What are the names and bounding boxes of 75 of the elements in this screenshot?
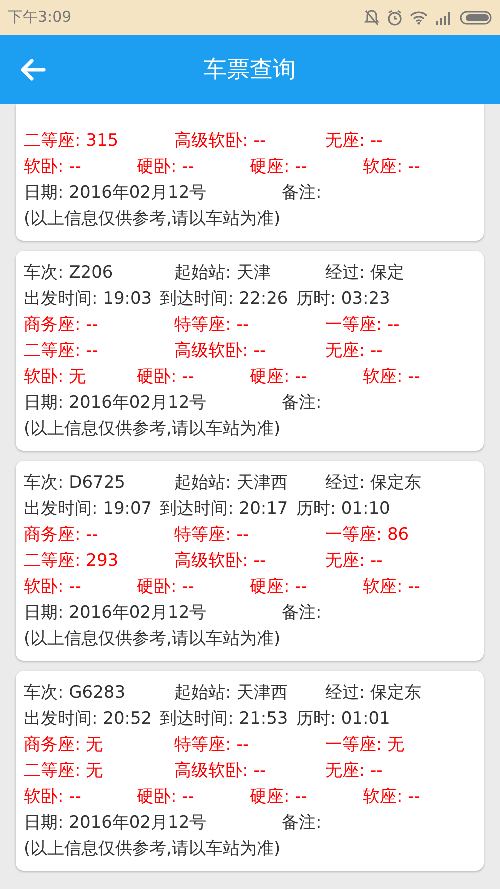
seat-availability: 二等座: -- — [24, 340, 100, 363]
train-info: 车次: G6283 — [24, 682, 127, 705]
berth-availability: 软卧: -- — [24, 156, 82, 179]
seat-availability: 二等座: 无 — [24, 760, 104, 783]
train-info: 起始站: 天津西 — [174, 682, 289, 705]
time-info: 到达时间: 20:17 — [160, 498, 288, 521]
seat-availability: 商务座: -- — [24, 524, 100, 547]
berth-availability: 硬卧: -- — [137, 366, 196, 389]
disclaimer-text: (以上信息仅供参考,请以车站为准) — [24, 208, 281, 231]
berth-availability: 硬座: -- — [250, 786, 308, 809]
date-info: 日期: 2016年02月12号 — [24, 812, 208, 835]
seat-availability: 无座: -- — [325, 340, 384, 363]
date-info: 备注: — [282, 812, 322, 835]
time-info: 历时: 01:01 — [296, 708, 390, 731]
berth-availability: 软座: -- — [363, 366, 422, 389]
time-info: 到达时间: 22:26 — [160, 288, 288, 311]
berth-availability: 软卧: 无 — [24, 366, 88, 389]
clock-time: 下午3:09 — [8, 8, 72, 27]
back-arrow-icon[interactable] — [20, 58, 46, 80]
date-info: 备注: — [282, 602, 322, 625]
seat-availability: 无座: -- — [325, 130, 384, 153]
disclaimer-text: (以上信息仅供参考,请以车站为准) — [24, 418, 281, 441]
alarm-icon — [387, 8, 403, 26]
seat-availability: 特等座: -- — [174, 734, 250, 757]
train-info: 起始站: 天津西 — [174, 472, 289, 495]
seat-availability: 商务座: 无 — [24, 734, 104, 757]
wifi-icon — [410, 10, 428, 24]
date-info: 日期: 2016年02月12号 — [24, 602, 208, 625]
bell-muted-icon — [364, 8, 380, 26]
seat-availability: 高级软卧: -- — [174, 340, 268, 363]
berth-availability: 软卧: -- — [24, 786, 82, 809]
seat-availability: 一等座: -- — [325, 314, 401, 337]
date-info: 日期: 2016年02月12号 — [24, 392, 208, 415]
time-info: 历时: 01:10 — [296, 498, 390, 521]
berth-availability: 硬卧: -- — [137, 576, 196, 599]
berth-availability: 硬座: -- — [250, 366, 308, 389]
seat-availability: 高级软卧: -- — [174, 130, 268, 153]
seat-availability: 高级软卧: -- — [174, 760, 268, 783]
berth-availability: 软卧: -- — [24, 576, 82, 599]
seat-availability: 商务座: -- — [24, 314, 100, 337]
berth-availability: 硬卧: -- — [137, 156, 196, 179]
time-info: 历时: 03:23 — [296, 288, 390, 311]
seat-availability: 无座: -- — [325, 760, 384, 783]
train-info: 经过: 保定东 — [325, 682, 422, 705]
seat-availability: 一等座: 86 — [325, 524, 410, 547]
berth-availability: 软座: -- — [363, 786, 422, 809]
time-info: 出发时间: 20:52 — [24, 708, 152, 731]
date-info: 日期: 2016年02月12号 — [24, 182, 208, 205]
battery-icon — [460, 10, 492, 24]
seat-availability: 二等座: 293 — [24, 550, 120, 573]
time-info: 出发时间: 19:07 — [24, 498, 152, 521]
disclaimer-text: (以上信息仅供参考,请以车站为准) — [24, 838, 281, 861]
date-info: 备注: — [282, 182, 322, 205]
berth-availability: 软座: -- — [363, 576, 422, 599]
seat-availability: 一等座: 无 — [325, 734, 406, 757]
seat-availability: 高级软卧: -- — [174, 550, 268, 573]
seat-availability: 特等座: -- — [174, 314, 250, 337]
train-info: 经过: 保定东 — [325, 472, 422, 495]
train-info: 车次: D6725 — [24, 472, 126, 495]
train-info: 经过: 保定 — [325, 262, 406, 285]
disclaimer-text: (以上信息仅供参考,请以车站为准) — [24, 628, 281, 651]
seat-availability: 无座: -- — [325, 550, 384, 573]
date-info: 备注: — [282, 392, 322, 415]
time-info: 出发时间: 19:03 — [24, 288, 152, 311]
berth-availability: 硬卧: -- — [137, 786, 196, 809]
train-info: 起始站: 天津 — [174, 262, 272, 285]
train-info: 车次: Z206 — [24, 262, 114, 285]
berth-availability: 硬座: -- — [250, 156, 308, 179]
page-title: 车票查询 — [204, 56, 296, 85]
signal-icon — [435, 10, 453, 24]
seat-availability: 特等座: -- — [174, 524, 250, 547]
berth-availability: 软座: -- — [363, 156, 422, 179]
seat-availability: 二等座: 315 — [24, 130, 120, 153]
time-info: 到达时间: 21:53 — [160, 708, 288, 731]
berth-availability: 硬座: -- — [250, 576, 308, 599]
